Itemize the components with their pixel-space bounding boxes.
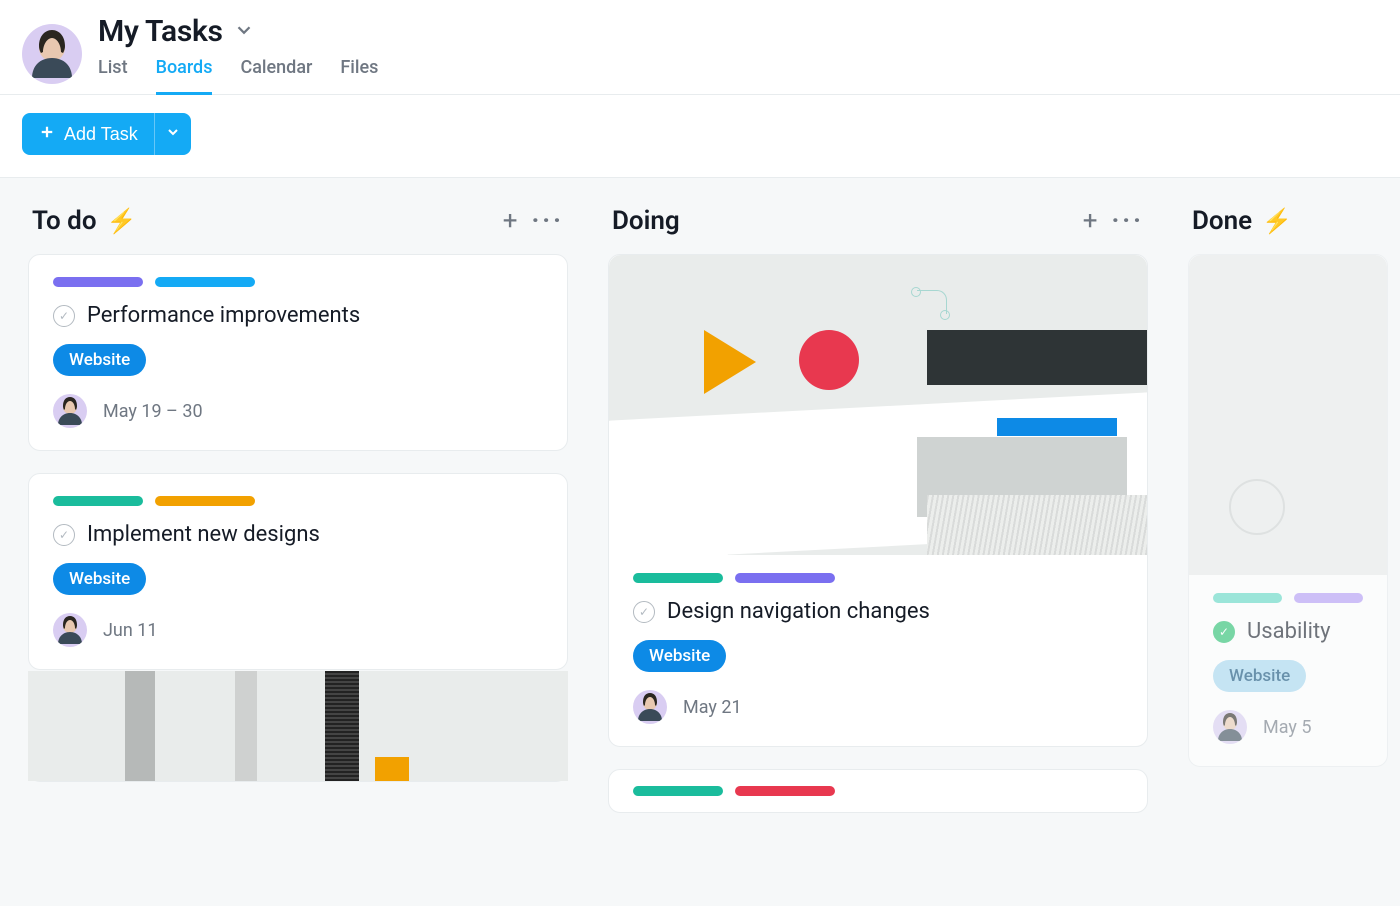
column-actions: + ··· [1083,208,1144,234]
column-header: Done ⚡ [1188,202,1388,254]
bolt-icon: ⚡ [107,207,137,235]
project-pill [155,277,255,287]
chevron-down-icon [233,19,255,45]
task-title: Usability [1247,619,1331,644]
task-title-line: ✓ Performance improvements [53,303,543,328]
column-title: To do [32,206,97,236]
add-task-button[interactable]: Add Task [22,113,154,155]
profile-avatar[interactable] [22,24,82,84]
task-title-line: ✓ Implement new designs [53,522,543,547]
bolt-icon: ⚡ [1262,207,1292,235]
card-cover-image [1189,255,1387,575]
due-date: May 21 [683,697,742,718]
column-actions: + ··· [503,208,564,234]
card-cover-image [609,255,1147,555]
task-card[interactable] [608,769,1148,813]
project-pill [53,277,143,287]
card-pill-row [633,786,1123,796]
title-block: My Tasks List Boards Calendar Files [98,14,378,94]
page-header: My Tasks List Boards Calendar Files [0,0,1400,95]
task-title: Performance improvements [87,303,360,328]
task-card[interactable]: ✓ Usability Website May 5 [1188,254,1388,767]
tab-calendar[interactable]: Calendar [240,51,312,95]
task-meta: May 21 [633,690,1123,724]
assignee-avatar[interactable] [633,690,667,724]
project-pill [633,786,723,796]
task-title: Design navigation changes [667,599,930,624]
project-pill [735,573,835,583]
column-todo: To do ⚡ + ··· ✓ Performance improvements… [28,202,568,882]
assignee-avatar[interactable] [53,613,87,647]
task-meta: May 19 – 30 [53,394,543,428]
due-date: May 5 [1263,717,1311,738]
add-task-button-group: Add Task [22,113,191,155]
column-title: Done [1192,206,1252,236]
add-task-label: Add Task [64,124,138,145]
column-done: Done ⚡ ✓ Usability Website [1188,202,1388,882]
tab-boards[interactable]: Boards [156,51,213,95]
project-pill [155,496,255,506]
add-task-dropdown[interactable] [154,113,191,155]
task-tag[interactable]: Website [53,344,146,376]
project-pill [1294,593,1363,603]
complete-check-icon[interactable]: ✓ [53,305,75,327]
task-card[interactable]: ✓ Performance improvements Website May 1… [28,254,568,451]
project-pill [633,573,723,583]
chevron-down-icon [165,124,181,145]
card-pill-row [633,573,1123,583]
assignee-avatar[interactable] [53,394,87,428]
card-pill-row [1213,593,1363,603]
complete-check-icon[interactable]: ✓ [1213,621,1235,643]
column-header: Doing + ··· [608,202,1148,254]
task-card[interactable]: ✓ Implement new designs Website Jun 11 [28,473,568,670]
assignee-avatar[interactable] [1213,710,1247,744]
board: To do ⚡ + ··· ✓ Performance improvements… [0,178,1400,906]
header-row: My Tasks List Boards Calendar Files [22,14,1378,94]
column-title-wrap[interactable]: To do ⚡ [32,206,136,236]
tab-list[interactable]: List [98,51,128,95]
column-header: To do ⚡ + ··· [28,202,568,254]
add-card-icon[interactable]: + [1083,208,1098,234]
task-card[interactable]: ✓ Design navigation changes Website May … [608,254,1148,747]
tab-files[interactable]: Files [340,51,378,95]
task-title: Implement new designs [87,522,320,547]
column-doing: Doing + ··· [608,202,1148,882]
complete-check-icon[interactable]: ✓ [633,601,655,623]
card-list: ✓ Performance improvements Website May 1… [28,254,568,782]
card-list: ✓ Usability Website May 5 [1188,254,1388,767]
due-date: May 19 – 30 [103,401,203,422]
task-title-line: ✓ Usability [1213,619,1363,644]
project-pill [735,786,835,796]
plus-icon [38,123,56,146]
column-title-wrap[interactable]: Doing [612,206,680,236]
task-meta: May 5 [1213,710,1363,744]
task-tag[interactable]: Website [53,563,146,595]
column-title-wrap[interactable]: Done ⚡ [1192,206,1292,236]
task-title-line: ✓ Design navigation changes [633,599,1123,624]
column-more-icon[interactable]: ··· [1111,208,1144,234]
title-line[interactable]: My Tasks [98,14,378,49]
due-date: Jun 11 [103,620,158,641]
complete-check-icon[interactable]: ✓ [53,524,75,546]
card-cover-image [28,671,568,781]
project-pill [53,496,143,506]
card-pill-row [53,496,543,506]
page-title: My Tasks [98,14,223,49]
task-meta: Jun 11 [53,613,543,647]
project-pill [1213,593,1282,603]
view-tabs: List Boards Calendar Files [98,51,378,94]
column-more-icon[interactable]: ··· [531,208,564,234]
toolbar: Add Task [0,95,1400,178]
column-title: Doing [612,206,680,236]
add-card-icon[interactable]: + [503,208,518,234]
card-pill-row [53,277,543,287]
task-tag[interactable]: Website [633,640,726,672]
card-list: ✓ Design navigation changes Website May … [608,254,1148,813]
task-tag[interactable]: Website [1213,660,1306,692]
task-card[interactable] [28,692,568,782]
